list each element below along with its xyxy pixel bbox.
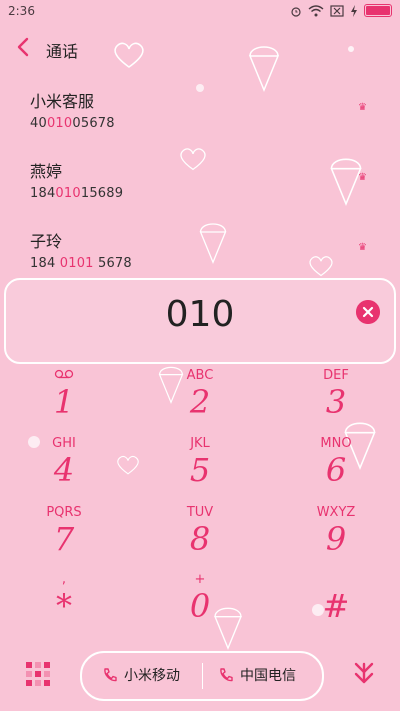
key-digit: 4 [53,451,75,489]
key-letters: TUV [186,505,214,520]
status-time: 2:36 [8,4,35,18]
voicemail-icon [24,368,104,384]
heart-doodle-icon [114,42,144,68]
no-sim-icon [330,4,344,17]
page-title: 通话 [46,42,79,61]
key-letters: ABC [186,368,214,383]
key-8[interactable]: TUV 8 [160,505,240,557]
sim-divider [202,663,203,689]
contact-result[interactable]: 子玲 184 0101 5678 [30,228,360,271]
key-4[interactable]: GHI 4 [24,436,104,488]
phone-sim2-icon [220,668,233,682]
battery-icon [364,4,392,17]
key-hash[interactable]: # [296,572,376,624]
sim1-label: 小米移动 [124,668,180,684]
crown-icon: ♛ [358,242,367,253]
key-digit: * [56,587,72,625]
key-letters: JKL [190,436,210,451]
call-sim2-button[interactable]: 中国电信 [218,665,296,685]
sim2-label: 中国电信 [240,668,296,684]
key-letters: PQRS [46,505,82,520]
heart-doodle-icon [117,455,139,475]
dialer-screen: 2:36 通话 小米客服 4001005678 ♛ 燕婷 18401015689… [0,0,400,711]
key-1[interactable]: 1 [24,368,104,420]
dialed-number: 010 [165,294,235,335]
key-letters: GHI [52,436,76,451]
back-arrow-icon[interactable] [12,34,36,60]
key-digit: 0 [189,587,211,625]
contact-number: 18401015689 [30,186,124,201]
clear-icon[interactable] [356,300,380,324]
crown-icon: ♛ [358,102,367,113]
key-2[interactable]: ABC 2 [160,368,240,420]
key-letters: , [61,572,67,587]
contact-number: 184 0101 5678 [30,256,132,271]
key-digit: # [322,587,350,625]
key-digit: 2 [189,383,211,421]
contact-number: 4001005678 [30,116,115,131]
sim-call-bar: 小米移动 中国电信 [80,651,324,701]
contact-name: 燕婷 [30,162,63,181]
key-digit: 8 [189,520,211,558]
keypad-toggle-icon[interactable] [26,662,50,686]
contact-result[interactable]: 小米客服 4001005678 [30,88,360,131]
key-digit: 7 [53,520,75,558]
collapse-keypad-icon[interactable] [350,660,378,688]
dot-doodle [348,46,354,52]
charging-icon [351,4,357,17]
contact-name: 子玲 [30,232,63,251]
contact-result[interactable]: 燕婷 18401015689 [30,158,360,201]
key-letters [296,572,376,588]
contact-name: 小米客服 [30,92,95,111]
key-letters: MNO [320,436,352,451]
key-letters: DEF [323,368,349,383]
key-6[interactable]: MNO 6 [296,436,376,488]
crown-icon: ♛ [358,172,367,183]
key-0[interactable]: + 0 [160,572,240,624]
key-letters: + [194,572,206,587]
key-star[interactable]: , * [24,572,104,624]
key-digit: 1 [53,383,75,421]
key-3[interactable]: DEF 3 [296,368,376,420]
wifi-icon [308,4,324,16]
key-9[interactable]: WXYZ 9 [296,505,376,557]
key-digit: 5 [189,451,211,489]
phone-sim1-icon [104,668,117,682]
status-bar: 2:36 [0,0,400,22]
key-digit: 3 [325,383,347,421]
key-digit: 9 [325,520,347,558]
ice-cream-doodle-icon [248,46,280,92]
key-digit: 6 [325,451,347,489]
dial-input[interactable]: 010 [4,278,396,364]
key-5[interactable]: JKL 5 [160,436,240,488]
key-letters: WXYZ [316,505,356,520]
alarm-icon [291,6,301,17]
key-7[interactable]: PQRS 7 [24,505,104,557]
call-sim1-button[interactable]: 小米移动 [102,665,180,685]
